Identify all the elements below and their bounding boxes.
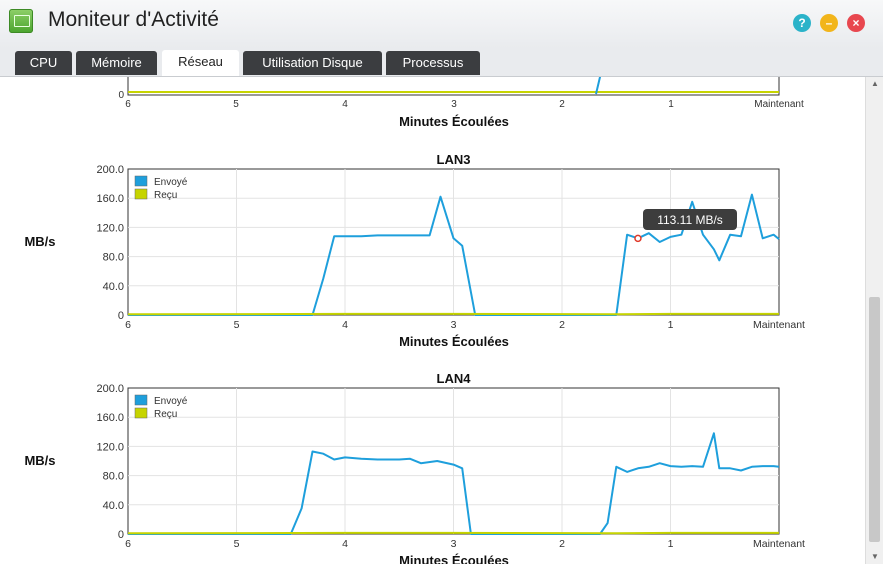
y-tick-label: 160.0	[96, 193, 124, 205]
top-chart-xtick: Maintenant	[754, 99, 804, 110]
tooltip-text: 113.11 MB/s	[657, 213, 723, 227]
top-chart-xtick: 6	[125, 99, 131, 110]
top-chart: 0 6 5 4 3 2 1 Maintenant Minutes Écoulée…	[118, 77, 804, 129]
top-chart-ytick: 0	[118, 90, 124, 101]
help-icon[interactable]: ?	[793, 14, 811, 32]
tab-bar: CPU Mémoire Réseau Utilisation Disque Pr…	[0, 48, 883, 77]
legend-label: Envoyé	[154, 177, 188, 188]
scrollbar-thumb[interactable]	[869, 297, 880, 542]
x-tick-label: 4	[342, 538, 348, 550]
top-chart-xlabel: Minutes Écoulées	[399, 114, 509, 129]
minimize-icon[interactable]: –	[820, 14, 838, 32]
window-title: Moniteur d'Activité	[48, 8, 219, 31]
x-axis-label: Minutes Écoulées	[399, 553, 509, 564]
x-tick-label: Maintenant	[753, 538, 805, 550]
x-tick-label: 5	[234, 538, 240, 550]
tab-processus[interactable]: Processus	[386, 51, 480, 75]
y-tick-label: 0	[118, 310, 124, 322]
tab-reseau[interactable]: Réseau	[162, 50, 239, 76]
scroll-down-icon[interactable]: ▼	[866, 550, 883, 564]
close-icon[interactable]: ×	[847, 14, 865, 32]
y-tick-label: 40.0	[103, 500, 124, 512]
x-tick-label: 3	[451, 538, 457, 550]
y-tick-label: 120.0	[96, 222, 124, 234]
legend-label: Reçu	[154, 190, 177, 201]
chart-lan4: LAN4 0 40.0 80.0 120.0 160.0 200.0 6 5 4 3 2 1 Mainte…	[24, 371, 805, 564]
y-tick-label: 160.0	[96, 412, 124, 424]
x-tick-label: 6	[125, 538, 131, 550]
y-tick-label: 80.0	[103, 471, 124, 483]
legend-swatch-received	[134, 407, 148, 419]
chart-title: LAN3	[437, 152, 471, 167]
x-tick-label: 2	[559, 319, 565, 331]
y-axis-label: MB/s	[24, 234, 55, 249]
legend-swatch-sent	[134, 394, 148, 406]
x-tick-label: 1	[668, 538, 674, 550]
x-tick-label: 5	[234, 319, 240, 331]
legend-label: Reçu	[154, 409, 177, 420]
x-axis-label: Minutes Écoulées	[399, 334, 509, 349]
scroll-up-icon[interactable]: ▲	[866, 77, 883, 91]
y-axis-label: MB/s	[24, 453, 55, 468]
top-chart-xtick: 2	[559, 99, 565, 110]
y-tick-label: 0	[118, 529, 124, 541]
top-chart-xtick: 4	[342, 99, 348, 110]
tab-utilisation-disque[interactable]: Utilisation Disque	[243, 51, 382, 75]
chart-title: LAN4	[437, 371, 472, 386]
tab-memoire[interactable]: Mémoire	[76, 51, 157, 75]
x-tick-label: 4	[342, 319, 348, 331]
network-charts-panel: 0 6 5 4 3 2 1 Maintenant Minutes Écoulée…	[0, 77, 865, 564]
tab-cpu[interactable]: CPU	[15, 51, 72, 75]
legend-label: Envoyé	[154, 396, 188, 407]
title-bar: Moniteur d'Activité ? – ×	[0, 0, 883, 48]
x-tick-label: 2	[559, 538, 565, 550]
y-tick-label: 40.0	[103, 281, 124, 293]
y-tick-label: 200.0	[96, 164, 124, 176]
y-tick-label: 200.0	[96, 383, 124, 395]
top-chart-xtick: 3	[451, 99, 457, 110]
y-tick-label: 120.0	[96, 441, 124, 453]
chart-lan3: LAN3 0 40.0 80.0 120.0 160.0 200.0 6 5 4 3 2 1 Mainte…	[24, 152, 805, 349]
x-tick-label: 1	[668, 319, 674, 331]
network-charts: 0 6 5 4 3 2 1 Maintenant Minutes Écoulée…	[24, 77, 805, 564]
activity-monitor-icon	[9, 9, 33, 33]
x-tick-label: 3	[451, 319, 457, 331]
top-chart-xtick: 5	[233, 99, 239, 110]
legend-swatch-sent	[134, 175, 148, 187]
y-tick-label: 80.0	[103, 252, 124, 264]
x-tick-label: Maintenant	[753, 319, 805, 331]
tooltip-marker	[634, 234, 642, 243]
top-chart-xtick: 1	[668, 99, 674, 110]
vertical-scrollbar[interactable]: ▲ ▼	[865, 77, 883, 564]
legend-swatch-received	[134, 188, 148, 200]
x-tick-label: 6	[125, 319, 131, 331]
